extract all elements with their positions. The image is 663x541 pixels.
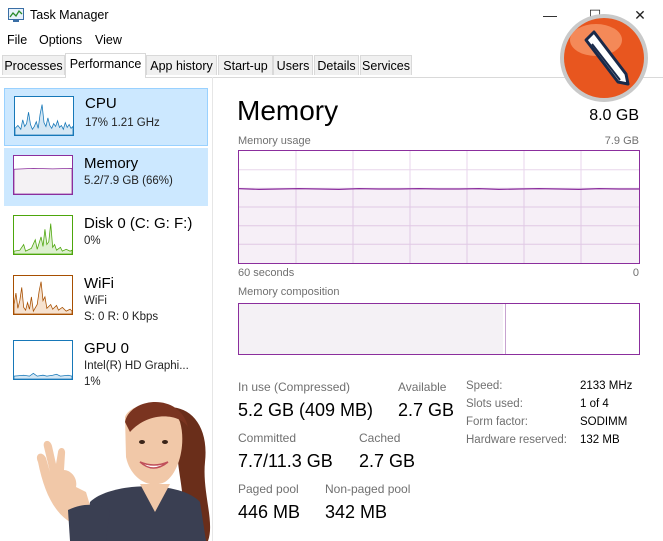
sidebar-item-title: Disk 0 (C: G: F:)	[84, 215, 193, 232]
paged-pool-value: 446 MB	[238, 502, 301, 522]
disk-thumbnail-graph	[13, 215, 73, 255]
memory-usage-label: Memory usage	[238, 135, 311, 147]
sidebar-item-wifi[interactable]: WiFi WiFi S: 0 R: 0 Kbps	[4, 268, 208, 326]
sidebar-item-detail: WiFi	[84, 295, 107, 307]
hardware-reserved-label: Hardware reserved:	[466, 434, 567, 446]
memory-thumbnail-graph	[13, 155, 73, 195]
total-memory: 8.0 GB	[589, 107, 639, 124]
tab-startup[interactable]: Start-up	[218, 55, 273, 75]
memory-usage-graph	[238, 150, 640, 264]
sidebar-item-detail: 0%	[84, 235, 101, 247]
cached-value: 2.7 GB	[359, 451, 416, 471]
non-paged-pool-value: 342 MB	[325, 502, 388, 522]
memory-panel: Memory 8.0 GB Memory usage 7.9 GB 60 sec…	[213, 77, 663, 541]
in-use-label: In use (Compressed)	[238, 380, 351, 394]
sidebar-item-disk[interactable]: Disk 0 (C: G: F:) 0%	[4, 208, 208, 266]
sidebar-item-detail: 17% 1.21 GHz	[85, 117, 160, 129]
cached-label: Cached	[359, 431, 401, 445]
sidebar-item-detail: Intel(R) HD Graphi...	[84, 360, 189, 372]
cpu-thumbnail-graph	[14, 96, 74, 136]
speed-label: Speed:	[466, 380, 503, 392]
slots-used-label: Slots used:	[466, 398, 523, 410]
tab-processes[interactable]: Processes	[2, 55, 65, 75]
hardware-reserved-value: 132 MB	[580, 434, 620, 446]
tab-users[interactable]: Users	[273, 55, 313, 75]
sidebar-item-title: CPU	[85, 95, 117, 112]
slots-used-value: 1 of 4	[580, 398, 609, 410]
memory-usage-max: 7.9 GB	[604, 135, 639, 147]
tab-app-history[interactable]: App history	[146, 55, 217, 75]
sidebar-item-detail-2: S: 0 R: 0 Kbps	[84, 311, 159, 323]
tab-services[interactable]: Services	[360, 55, 412, 75]
sidebar-item-title: WiFi	[84, 275, 114, 292]
speed-value: 2133 MHz	[580, 380, 633, 392]
tab-performance[interactable]: Performance	[65, 53, 146, 78]
memory-composition-bar	[238, 303, 640, 355]
committed-value: 7.7/11.3 GB	[238, 451, 333, 471]
window-title: Task Manager	[30, 8, 109, 22]
available-label: Available	[398, 380, 447, 394]
person-image	[36, 402, 211, 541]
sidebar-item-memory[interactable]: Memory 5.2/7.9 GB (66%)	[4, 148, 208, 206]
paged-pool-label: Paged pool	[238, 482, 299, 496]
tab-details[interactable]: Details	[314, 55, 359, 75]
menu-options[interactable]: Options	[39, 33, 82, 47]
composition-modified	[503, 304, 506, 354]
gpu-thumbnail-graph	[13, 340, 73, 380]
pencil-logo-icon	[560, 14, 648, 102]
sidebar-item-title: Memory	[84, 155, 139, 172]
task-manager-icon	[8, 8, 24, 22]
time-axis-start: 60 seconds	[238, 267, 295, 279]
sidebar-item-cpu[interactable]: CPU 17% 1.21 GHz	[4, 88, 208, 146]
non-paged-pool-label: Non-paged pool	[325, 482, 411, 496]
sidebar-item-gpu[interactable]: GPU 0 Intel(R) HD Graphi... 1%	[4, 333, 208, 391]
available-value: 2.7 GB	[398, 400, 455, 420]
sidebar-item-detail-2: 1%	[84, 376, 101, 388]
committed-label: Committed	[238, 431, 297, 445]
composition-in-use	[239, 304, 504, 354]
menu-view[interactable]: View	[95, 33, 122, 47]
sidebar-item-detail: 5.2/7.9 GB (66%)	[84, 175, 173, 187]
form-factor-label: Form factor:	[466, 416, 528, 428]
wifi-thumbnail-graph	[13, 275, 73, 315]
memory-composition-label: Memory composition	[238, 286, 340, 298]
form-factor-value: SODIMM	[580, 416, 628, 428]
time-axis-end: 0	[632, 267, 639, 279]
in-use-value: 5.2 GB (409 MB)	[238, 400, 374, 420]
menu-file[interactable]: File	[7, 33, 27, 47]
page-title: Memory	[237, 95, 339, 126]
sidebar-item-title: GPU 0	[84, 340, 130, 357]
